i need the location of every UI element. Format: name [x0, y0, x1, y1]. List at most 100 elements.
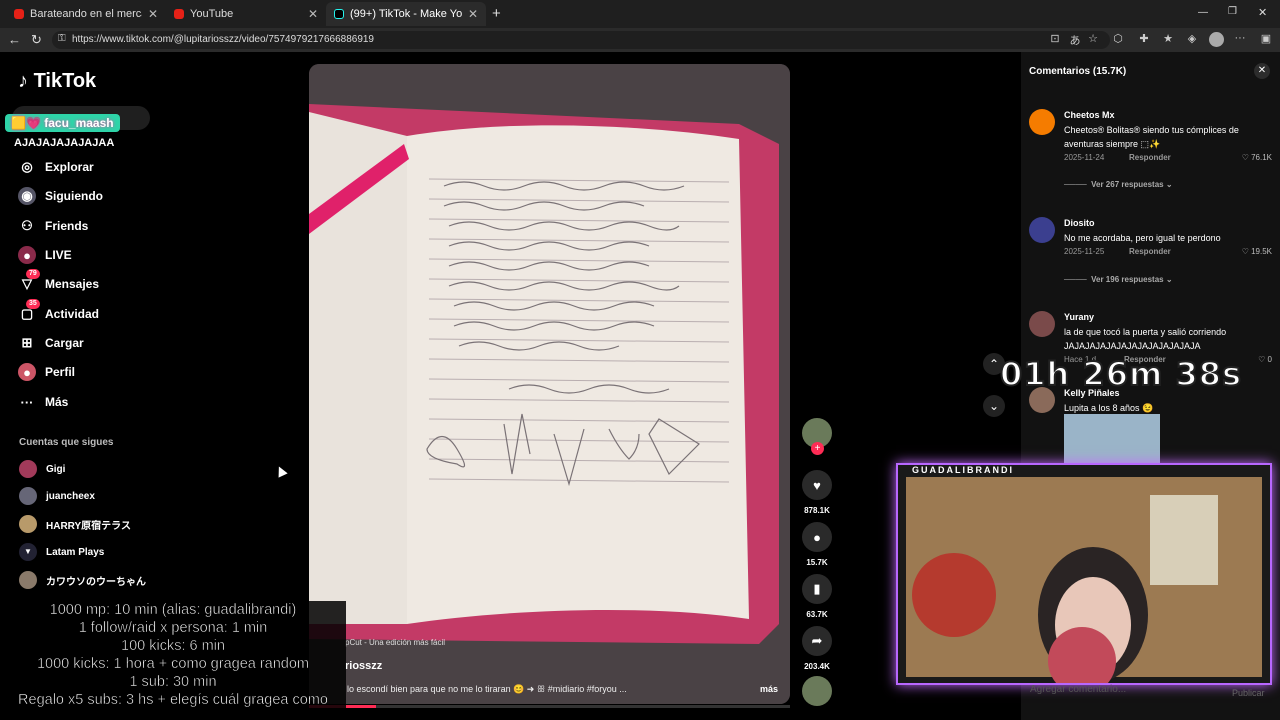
close-icon[interactable]: ✕	[468, 7, 478, 21]
comment-like-button[interactable]: ♡ 76.1K	[1242, 153, 1272, 162]
sidebar-item-mensajes[interactable]: ▽ 79 Mensajes	[18, 269, 99, 295]
comment-item: Kelly Piñales Lupita a los 8 años 😉	[1029, 384, 1274, 466]
live-icon: ●	[18, 246, 36, 264]
goal-line: 1 sub: 30 min	[129, 674, 217, 691]
profile-avatar[interactable]	[1209, 32, 1224, 47]
caption-more-link[interactable]: más	[760, 684, 778, 694]
tab-tiktok[interactable]: (99+) TikTok - Make Your Day ✕	[326, 2, 486, 26]
followed-account[interactable]: Gigi	[19, 459, 65, 479]
comment-date: 2025-11-24	[1064, 153, 1105, 162]
new-tab-button[interactable]: +	[492, 5, 501, 22]
url-field[interactable]: https://www.tiktok.com/@lupitariosszz/vi…	[52, 31, 1110, 49]
comment-button[interactable]: ● 15.7K	[801, 522, 833, 567]
close-icon[interactable]: ✕	[308, 7, 318, 21]
shield-icon[interactable]: ◈	[1184, 32, 1200, 45]
comment-author[interactable]: Cheetos Mx	[1064, 110, 1115, 120]
emote-icon: 🟨💗	[11, 116, 41, 130]
comment-like-button[interactable]: ♡ 0	[1258, 355, 1272, 364]
stream-goals-overlay: 1000 mp: 10 min (alias: guadalibrandi) 1…	[0, 601, 346, 720]
avatar	[19, 487, 37, 505]
chevron-down-icon[interactable]: ⌄	[983, 395, 1005, 417]
video-progress-bar[interactable]	[309, 705, 790, 708]
sidebar-item-mas[interactable]: ··· Más	[18, 391, 69, 413]
like-button[interactable]: ♥ 878.1K	[801, 470, 833, 515]
sidebar-toggle-icon[interactable]: ▣	[1258, 32, 1274, 45]
creator-avatar-button[interactable]: +	[801, 418, 833, 455]
stream-timer: 01h 26m 38s	[999, 354, 1243, 394]
sidebar-item-perfil[interactable]: ● Perfil	[18, 361, 75, 383]
sidebar-item-actividad[interactable]: ▢ 35 Actividad	[18, 299, 99, 325]
music-disc-button[interactable]	[801, 676, 833, 706]
video-author[interactable]: riosszz	[345, 660, 382, 672]
minimize-button[interactable]: —	[1198, 7, 1208, 18]
tab-bar: Barateando en el mercado de oro ✕ YouTub…	[0, 0, 1280, 28]
avatar[interactable]	[1029, 311, 1055, 337]
install-app-icon[interactable]: ⊡	[1047, 32, 1063, 45]
activity-badge: 35	[26, 299, 40, 309]
avatar: ▼	[19, 543, 37, 561]
favorite-star-icon[interactable]: ☆	[1085, 32, 1101, 45]
maximize-button[interactable]: ❐	[1228, 6, 1237, 17]
capcut-label: pCut - Una edición más fácil	[345, 638, 446, 647]
heart-icon: ♡	[1241, 153, 1249, 162]
comment-count: 15.7K	[806, 558, 828, 567]
tiktok-logo[interactable]: ♪ TikTok	[18, 70, 96, 93]
view-replies-button[interactable]: ──── Ver 196 respuestas ⌄	[1064, 275, 1173, 284]
extensions-icon[interactable]: ✚	[1136, 32, 1152, 45]
goal-line: 1 follow/raid x persona: 1 min	[78, 620, 268, 637]
share-button[interactable]: ➦ 203.4K	[801, 626, 833, 671]
back-icon[interactable]: ←	[8, 32, 21, 47]
followed-account[interactable]: HARRY原宿テラス	[19, 514, 131, 534]
webcam-overlay	[896, 463, 1272, 695]
sidebar-item-live[interactable]: ● LIVE	[18, 244, 72, 266]
publish-button[interactable]: Publicar	[1232, 688, 1265, 698]
comment-author[interactable]: Yurany	[1064, 312, 1094, 322]
comment-input[interactable]: Agregar comentario...	[1030, 684, 1126, 695]
close-window-button[interactable]: ✕	[1258, 6, 1267, 19]
messages-icon: ▽ 79	[18, 269, 40, 293]
followed-account[interactable]: ▼ Latam Plays	[19, 542, 104, 562]
translate-icon[interactable]: あ	[1067, 32, 1083, 48]
sidebar-item-siguiendo[interactable]: ◉ Siguiendo	[18, 185, 103, 207]
comment-author[interactable]: Diosito	[1064, 218, 1095, 228]
more-menu-icon[interactable]: ···	[1232, 32, 1248, 44]
goal-line: 1000 mp: 10 min (alias: guadalibrandi)	[49, 602, 297, 619]
compass-icon: ◎	[21, 159, 33, 174]
webcam-channel-name: GUADALIBRANDI	[912, 465, 1014, 475]
video-player[interactable]	[309, 64, 790, 704]
follow-plus-icon[interactable]: +	[811, 442, 824, 455]
reply-button[interactable]: Responder	[1129, 247, 1171, 256]
comment-like-button[interactable]: ♡ 19.5K	[1242, 247, 1272, 256]
sidebar-item-explorar[interactable]: ◎ Explorar	[18, 156, 93, 178]
tab-youtube-video[interactable]: Barateando en el mercado de oro ✕	[6, 2, 166, 26]
view-replies-button[interactable]: ──── Ver 267 respuestas ⌄	[1064, 180, 1173, 189]
goal-line: 1000 kicks: 1 hora + como gragea random	[36, 656, 310, 673]
reply-button[interactable]: Responder	[1129, 153, 1171, 162]
mouse-cursor	[274, 464, 288, 478]
avatar[interactable]	[1029, 109, 1055, 135]
video-frame	[309, 64, 790, 704]
extension-icon[interactable]: ⬡	[1110, 32, 1126, 45]
comments-title: Comentarios (15.7K)	[1029, 66, 1127, 77]
video-caption: lo escondí bien para que no me lo tirara…	[347, 684, 627, 694]
goal-line: 100 kicks: 6 min	[121, 638, 225, 655]
avatar	[19, 571, 37, 589]
reload-icon[interactable]: ↻	[31, 32, 42, 48]
comment-image[interactable]	[1064, 414, 1160, 466]
comment-text: la de que tocó la puerta y salió corrien…	[1064, 327, 1227, 351]
more-icon: ···	[20, 394, 34, 410]
tab-youtube[interactable]: YouTube ✕	[166, 2, 326, 26]
sidebar-item-cargar[interactable]: ⊞ Cargar	[18, 332, 84, 354]
save-button[interactable]: ▮ 63.7K	[801, 574, 833, 619]
followed-account[interactable]: juancheex	[19, 486, 95, 506]
sidebar-item-friends[interactable]: ⚇ Friends	[18, 215, 88, 237]
save-count: 63.7K	[806, 610, 828, 619]
heart-icon: ♡	[1258, 355, 1266, 364]
followed-account[interactable]: カワウソのウーちゃん	[19, 570, 146, 590]
close-icon[interactable]: ✕	[1254, 63, 1270, 79]
favorites-icon[interactable]: ★	[1160, 32, 1176, 45]
bookmark-icon: ▮	[802, 574, 832, 604]
close-icon[interactable]: ✕	[148, 7, 158, 21]
avatar[interactable]	[1029, 217, 1055, 243]
site-info-icon[interactable]: ⚿	[58, 33, 66, 44]
